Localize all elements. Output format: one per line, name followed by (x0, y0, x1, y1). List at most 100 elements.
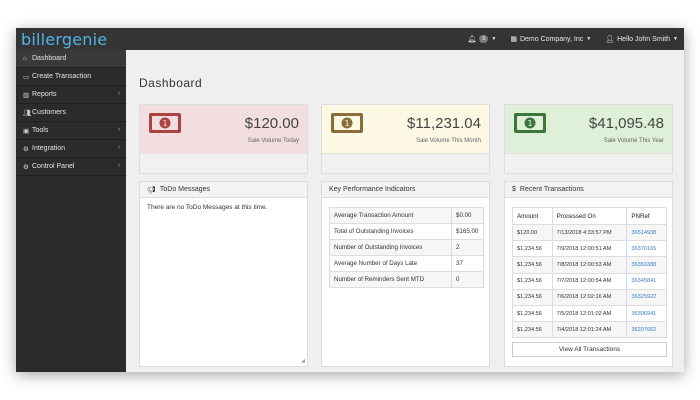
sidebar-item-label: Tools (32, 127, 49, 134)
building-icon: ▦ (510, 36, 517, 43)
table-row: Total of Outstanding Invoices $165.00 (329, 223, 484, 240)
kpi-body: Average Transaction Amount $0.00 Total o… (322, 198, 489, 294)
caret-down-icon: ▼ (586, 36, 592, 42)
tx-pnref-link[interactable]: 36514938 (626, 223, 667, 242)
tx-amount: $1,234.56 (512, 304, 553, 323)
kpi-value: $165.00 (451, 223, 484, 240)
dollar-icon: $ (512, 186, 516, 193)
table-row: $1,234.56 7/9/2018 12:00:51 AM 36370165 (512, 240, 667, 258)
money-bill-icon: 1 (514, 113, 546, 133)
tx-amount: $1,234.56 (512, 272, 553, 290)
todo-empty-text: There are no ToDo Messages at this time. (147, 204, 268, 211)
tx-pnref-link[interactable]: 36359388 (626, 256, 667, 274)
caret-down-icon: ▼ (491, 36, 497, 42)
notifications-menu[interactable]: 🔔︎ 0 ▼ (467, 35, 496, 43)
stat-card-today: 1 $120.00 Sale Volume Today (139, 104, 308, 174)
table-row: $1,234.56 7/8/2018 12:00:53 AM 36359388 (512, 256, 667, 274)
svg-text:1: 1 (527, 119, 532, 128)
stat-card-footer (505, 153, 672, 173)
panel-title: Recent Transactions (519, 186, 584, 193)
tx-processed-on: 7/6/2018 12:02:16 AM (551, 288, 628, 306)
tx-processed-on: 7/7/2018 12:00:54 AM (551, 272, 628, 290)
card-icon: ▭ (23, 73, 30, 81)
tx-processed-on: 7/13/2018 4:33:57 PM (551, 223, 628, 242)
sidebar-item-label: Create Transaction (32, 73, 92, 80)
tx-processed-on: 7/9/2018 12:00:51 AM (551, 240, 628, 258)
tx-processed-on: 7/5/2018 12:01:02 AM (551, 304, 628, 323)
chevron-left-icon: ‹ (118, 145, 120, 151)
app-window: billergenie 🔔︎ 0 ▼ ▦ Demo Company, Inc ▼… (16, 28, 684, 372)
resize-handle-icon[interactable]: ◢ (301, 358, 305, 364)
sidebar-item-reports[interactable]: ▥ Reports ‹ (16, 86, 126, 104)
tx-pnref-link[interactable]: 36325922 (626, 288, 667, 306)
sidebar-item-customers[interactable]: 👥︎ Customers (16, 104, 126, 122)
kpi-table: Average Transaction Amount $0.00 Total o… (329, 207, 484, 288)
kpi-value: 37 (451, 255, 484, 272)
kpi-value: $0.00 (451, 207, 484, 224)
column-header-pnref: PNRef (626, 207, 667, 225)
bar-chart-icon: ▥ (23, 91, 30, 99)
sidebar-item-label: Dashboard (32, 55, 67, 62)
todo-body[interactable]: There are no ToDo Messages at this time. (140, 198, 307, 217)
table-row: $1,234.56 7/4/2018 12:01:24 AM 36297662 (512, 321, 667, 339)
stat-card-footer (140, 153, 307, 173)
caret-down-icon: ▼ (673, 36, 678, 42)
stat-card-footer (322, 153, 489, 173)
stat-card-month: 1 $11,231.04 Sale Volume This Month (321, 104, 490, 174)
transactions-body: Amount Processed On PNRef $120.00 7/13/2… (505, 198, 672, 363)
sidebar-item-integration[interactable]: ⚙ Integration ‹ (16, 140, 126, 158)
user-greeting: Hello John Smith (617, 35, 671, 43)
panel-title: Key Performance Indicators (329, 186, 416, 193)
tx-processed-on: 7/8/2018 12:00:53 AM (551, 256, 628, 274)
stat-card-top: 1 $11,231.04 Sale Volume This Month (322, 105, 489, 153)
sidebar-item-tools[interactable]: ▣ Tools ‹ (16, 122, 126, 140)
tx-amount: $1,234.56 (512, 256, 553, 274)
notifications-badge: 0 (479, 35, 489, 43)
sidebar-item-create-transaction[interactable]: ▭ Create Transaction (16, 68, 126, 86)
todo-panel: 📢︎ ToDo Messages There are no ToDo Messa… (139, 181, 308, 367)
kpi-label: Number of Outstanding Invoices (329, 239, 452, 256)
table-row: $120.00 7/13/2018 4:33:57 PM 36514938 (512, 223, 667, 242)
tx-processed-on: 7/4/2018 12:01:24 AM (551, 321, 628, 339)
money-bill-icon: 1 (149, 113, 181, 133)
stat-label: Sale Volume This Year (603, 138, 664, 144)
tx-pnref-link[interactable]: 36297662 (626, 321, 667, 339)
panel-header: Key Performance Indicators (322, 182, 489, 198)
view-all-transactions-button[interactable]: View All Transactions (512, 342, 667, 358)
recent-transactions-panel: $ Recent Transactions Amount Processed O… (504, 181, 673, 367)
sidebar-item-dashboard[interactable]: ⌂ Dashboard (16, 50, 126, 68)
kpi-label: Average Number of Days Late (329, 255, 452, 272)
sidebar-item-label: Customers (32, 109, 66, 116)
stat-label: Sale Volume Today (247, 138, 299, 144)
top-bar: billergenie 🔔︎ 0 ▼ ▦ Demo Company, Inc ▼… (16, 28, 684, 50)
tx-pnref-link[interactable]: 36306941 (626, 304, 667, 323)
sidebar-item-control-panel[interactable]: ⚙ Control Panel ‹ (16, 158, 126, 176)
stat-label: Sale Volume This Month (416, 138, 481, 144)
transactions-table: Amount Processed On PNRef $120.00 7/13/2… (512, 207, 667, 339)
page-title: Dashboard (139, 76, 203, 90)
kpi-panel: Key Performance Indicators Average Trans… (321, 181, 490, 367)
bullhorn-icon: 📢︎ (147, 186, 156, 194)
money-bill-icon: 1 (331, 113, 363, 133)
sidebar-item-label: Control Panel (32, 163, 75, 170)
app-logo[interactable]: billergenie (21, 30, 107, 49)
stat-amount: $41,095.48 (588, 115, 664, 132)
tx-pnref-link[interactable]: 36370165 (626, 240, 667, 258)
panel-header: 📢︎ ToDo Messages (140, 182, 307, 198)
stat-card-top: 1 $120.00 Sale Volume Today (140, 105, 307, 153)
stat-amount: $11,231.04 (407, 115, 481, 132)
kpi-value: 2 (451, 239, 484, 256)
gear-icon: ⚙ (23, 145, 29, 153)
table-row: $1,234.56 7/6/2018 12:02:16 AM 36325922 (512, 288, 667, 306)
user-icon: 👤︎ (605, 36, 615, 43)
stat-card-year: 1 $41,095.48 Sale Volume This Year (504, 104, 673, 174)
chevron-left-icon: ‹ (118, 127, 120, 133)
tx-amount: $1,234.56 (512, 321, 553, 339)
tx-pnref-link[interactable]: 36345841 (626, 272, 667, 290)
kpi-value: 0 (451, 271, 484, 288)
company-name: Demo Company, Inc (519, 35, 584, 43)
user-menu[interactable]: 👤︎ Hello John Smith ▼ (605, 35, 678, 44)
tx-amount: $120.00 (512, 223, 553, 242)
company-menu[interactable]: ▦ Demo Company, Inc ▼ (510, 35, 592, 44)
table-row: Number of Outstanding Invoices 2 (329, 239, 484, 256)
